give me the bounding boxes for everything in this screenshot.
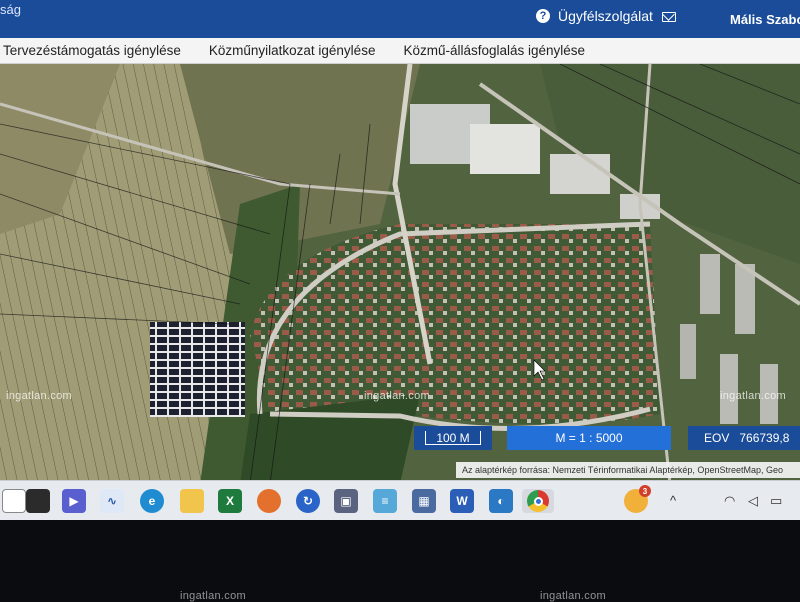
map-scale-ratio[interactable]: M = 1 : 5000	[507, 426, 671, 450]
refresh-app-icon[interactable]: ↻	[296, 489, 320, 513]
wifi-icon[interactable]: ◠	[724, 493, 735, 509]
edge-icon[interactable]: e	[140, 489, 164, 513]
map-scale-bar: 100 M	[414, 426, 492, 450]
monitor-icon[interactable]: ∿	[100, 489, 124, 513]
help-label: Ügyfélszolgálat	[558, 8, 653, 24]
user-name[interactable]: Mális Szabo	[730, 12, 800, 27]
tab-kozmu-allasfoglalas[interactable]: Közmű-állásfoglalás igénylése	[389, 43, 599, 58]
speaker-icon[interactable]: ◁	[748, 493, 758, 509]
tab-kozmunyilatkozat[interactable]: Közműnyilatkozat igénylése	[195, 43, 390, 58]
coord-value: 766739,8	[739, 431, 790, 445]
notification-badge: 3	[639, 485, 651, 497]
help-icon: ?	[536, 9, 550, 23]
task-view-icon[interactable]	[26, 489, 50, 513]
coord-system-label: EOV	[704, 431, 730, 445]
watermark-bezel-left: ingatlan.com	[180, 590, 246, 602]
solar-park	[150, 322, 245, 417]
commercial-building	[470, 124, 540, 174]
tab-tervezestamogatas[interactable]: Tervezéstámogatás igénylése	[0, 43, 195, 58]
chrome-icon[interactable]	[522, 489, 554, 513]
scale-label: 100 M	[425, 431, 481, 445]
excel-icon[interactable]: X	[218, 489, 242, 513]
meet-icon[interactable]: ▶	[62, 489, 86, 513]
calculator-icon[interactable]: ▦	[412, 489, 436, 513]
map-view[interactable]: ingatlan.com ingatlan.com ingatlan.com	[0, 64, 800, 484]
help-link[interactable]: ? Ügyfélszolgálat	[536, 8, 653, 24]
app-header: ság ? Ügyfélszolgálat Mális Szabo	[0, 0, 800, 38]
satellite-map	[0, 64, 800, 484]
map-attribution: Az alaptérkép forrása: Nemzeti Térinform…	[456, 462, 800, 478]
firefox-icon[interactable]	[257, 489, 281, 513]
word-icon[interactable]: W	[450, 489, 474, 513]
remote-icon[interactable]: ◐	[489, 489, 513, 513]
mail-icon[interactable]	[662, 12, 676, 22]
notepad-icon[interactable]: ≡	[373, 489, 397, 513]
brand-title: ság	[0, 2, 21, 17]
save-app-icon[interactable]: ▣	[334, 489, 358, 513]
chevron-up-icon[interactable]: ^	[670, 493, 676, 508]
battery-icon[interactable]: ▭	[770, 493, 782, 509]
watermark-right: ingatlan.com	[720, 390, 786, 402]
weather-icon[interactable]: 3	[624, 485, 651, 513]
watermark-bezel-right: ingatlan.com	[540, 590, 606, 602]
folder-icon[interactable]	[180, 489, 204, 513]
search-icon[interactable]	[2, 489, 26, 513]
watermark-left: ingatlan.com	[6, 390, 72, 402]
watermark-center: ingatlan.com	[364, 390, 430, 402]
tab-bar: Tervezéstámogatás igénylése Közműnyilatk…	[0, 38, 800, 64]
monitor-screen: ság ? Ügyfélszolgálat Mális Szabo Tervez…	[0, 0, 800, 520]
coordinate-readout: EOV 766739,8 3	[688, 426, 800, 450]
windows-taskbar: ▶ ∿ e X ↻ ▣ ≡ ▦ W ◐ 3 ^ ◠ ◁ ▭	[0, 480, 800, 520]
